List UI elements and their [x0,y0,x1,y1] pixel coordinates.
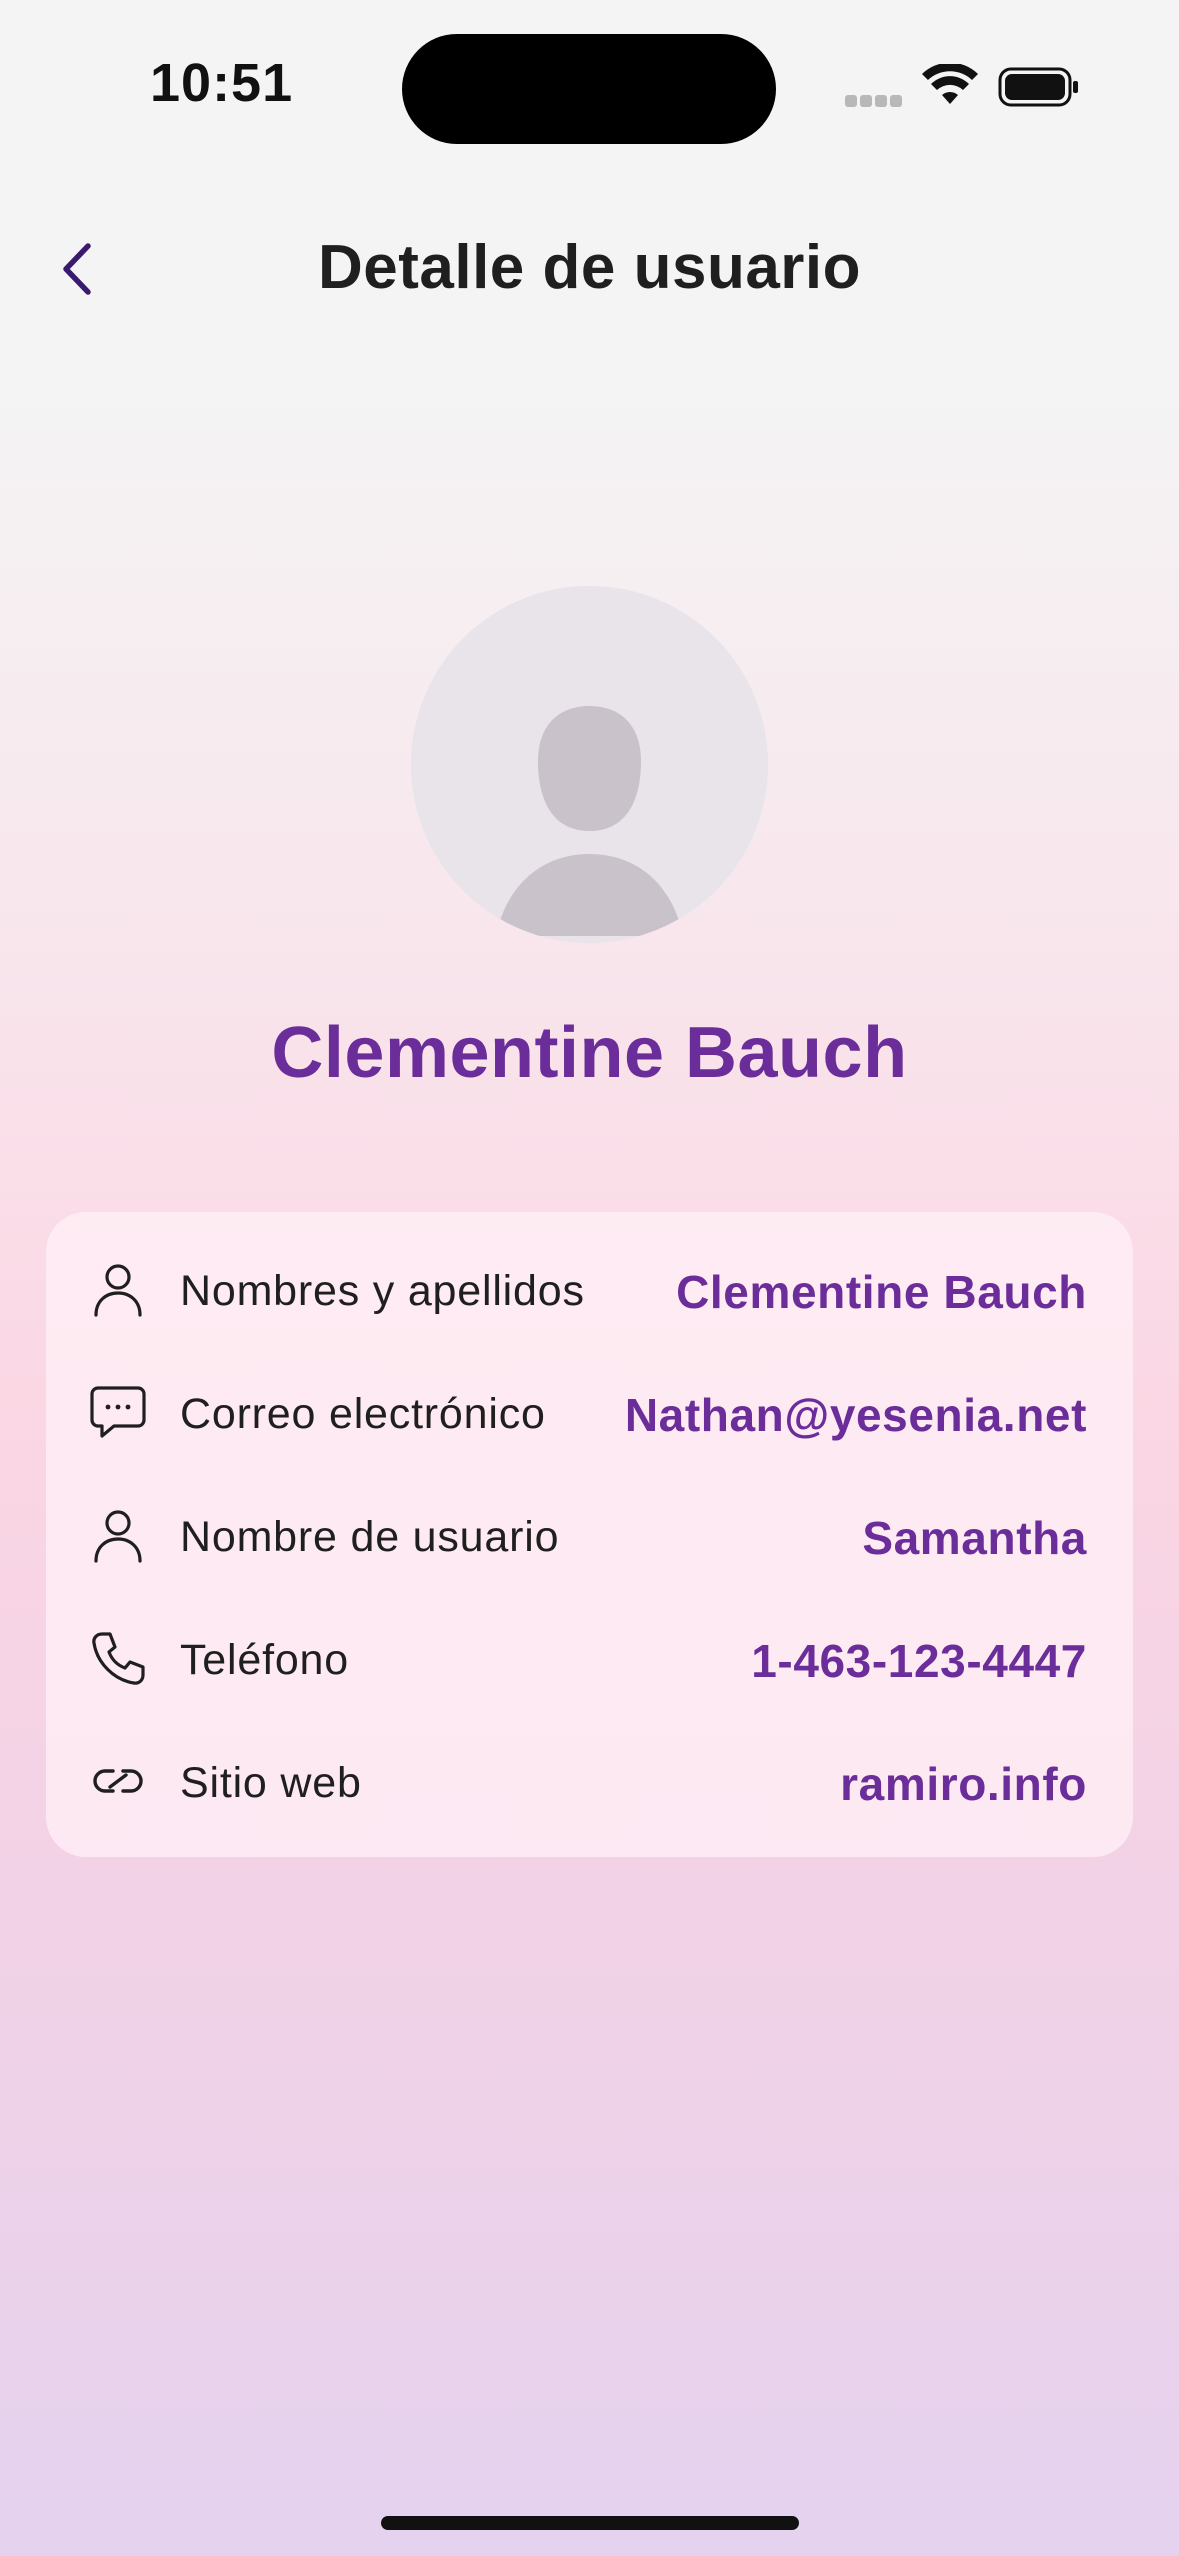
detail-label: Sitio web [180,1759,362,1807]
detail-label: Teléfono [180,1636,349,1684]
detail-label: Nombres y apellidos [180,1267,585,1315]
status-time: 10:51 [150,53,294,113]
phone-icon [92,1632,145,1685]
signal-icon [845,94,905,107]
detail-value: Clementine Bauch [676,1266,1087,1318]
detail-value: Samantha [862,1512,1087,1564]
home-indicator[interactable] [381,2516,799,2530]
chat-bubble-icon [90,1386,146,1438]
detail-value: 1-463-123-4447 [751,1635,1087,1687]
detail-value: Nathan@yesenia.net [624,1389,1087,1441]
detail-row-email: Correo electrónico Nathan@yesenia.net [46,1362,1133,1462]
detail-label: Nombre de usuario [180,1513,560,1561]
avatar [411,586,768,943]
person-icon [94,1264,142,1317]
person-icon [94,1510,142,1563]
battery-icon [998,67,1078,107]
profile-name: Clementine Bauch [271,1013,908,1093]
detail-value: ramiro.info [840,1758,1087,1810]
page-title: Detalle de usuario [317,233,862,302]
wifi-icon [922,64,978,104]
detail-row-username: Nombre de usuario Samantha [46,1485,1133,1585]
detail-label: Correo electrónico [180,1390,546,1438]
user-details-card: Nombres y apellidos Clementine Bauch Cor… [46,1212,1133,1857]
detail-row-phone: Teléfono 1-463-123-4447 [46,1608,1133,1708]
dynamic-island [402,34,776,144]
link-icon [93,1769,143,1793]
detail-row-website: Sitio web ramiro.info [46,1731,1133,1831]
detail-row-full-name: Nombres y apellidos Clementine Bauch [46,1239,1133,1339]
status-bar: 10:51 [0,0,1179,180]
person-placeholder-icon [411,586,768,943]
